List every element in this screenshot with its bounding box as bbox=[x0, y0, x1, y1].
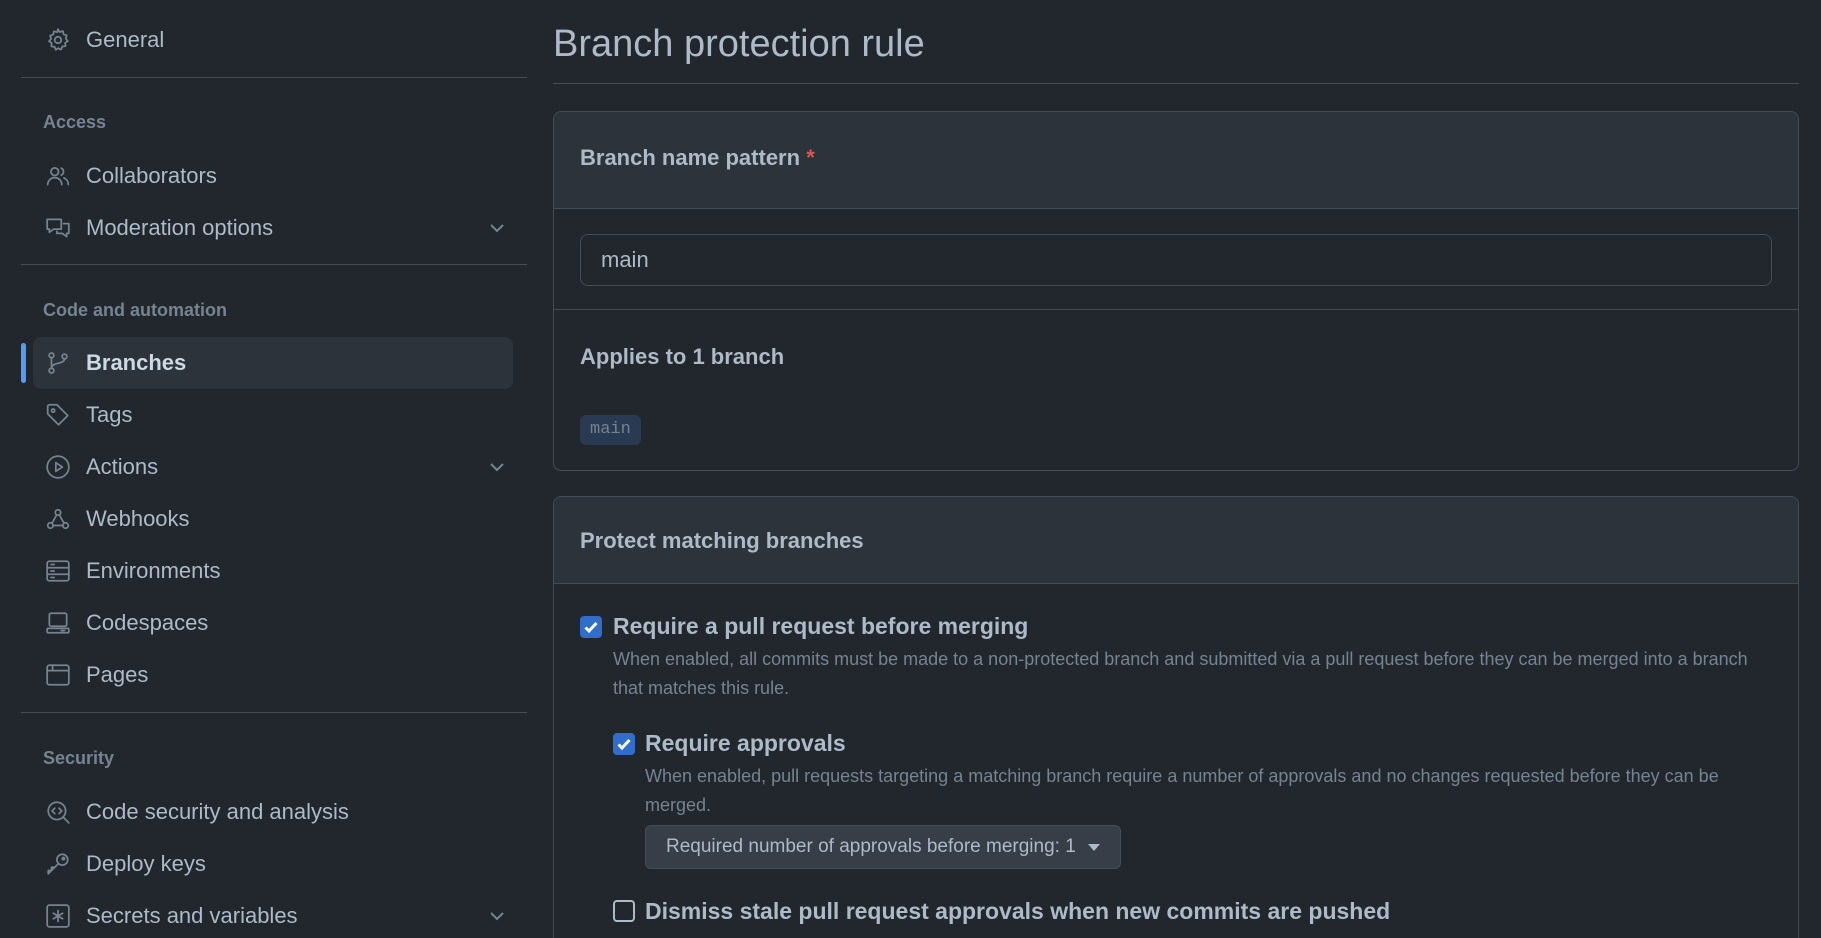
caret-down-icon bbox=[1087, 843, 1100, 851]
dismiss-stale-checkbox[interactable] bbox=[613, 900, 635, 922]
sidebar-item-label: Codespaces bbox=[86, 610, 209, 635]
require-approvals-checkbox[interactable] bbox=[613, 733, 635, 755]
branch-pattern-panel: Branch name pattern * Applies to 1 branc… bbox=[553, 111, 1799, 471]
sidebar-item-label: Code security and analysis bbox=[86, 799, 349, 824]
sidebar-item-moderation[interactable]: Moderation options bbox=[33, 202, 513, 254]
sidebar-item-pages[interactable]: Pages bbox=[33, 649, 513, 701]
approvals-count-select[interactable]: Required number of approvals before merg… bbox=[645, 825, 1121, 869]
sidebar-item-actions[interactable]: Actions bbox=[33, 441, 513, 493]
sidebar-item-label: Collaborators bbox=[86, 163, 217, 188]
chevron-down-icon[interactable] bbox=[487, 457, 507, 477]
chevron-down-icon[interactable] bbox=[487, 218, 507, 238]
git-branch-icon bbox=[45, 350, 71, 376]
applies-to-text: Applies to 1 branch bbox=[580, 344, 785, 369]
panel-header: Protect matching branches bbox=[554, 497, 1798, 584]
sidebar-item-secrets[interactable]: Secrets and variables bbox=[33, 890, 513, 938]
tag-icon bbox=[45, 402, 71, 428]
sidebar-item-label: Secrets and variables bbox=[86, 903, 298, 928]
require-pr-label[interactable]: Require a pull request before merging bbox=[613, 613, 1028, 640]
sidebar-item-label: Environments bbox=[86, 558, 221, 583]
sidebar-item-code-security[interactable]: Code security and analysis bbox=[33, 786, 513, 838]
server-icon bbox=[45, 558, 71, 584]
sidebar-item-label: Pages bbox=[86, 662, 149, 687]
required-asterisk: * bbox=[806, 145, 815, 170]
sidebar-divider bbox=[21, 77, 527, 78]
sidebar-item-label: Actions bbox=[86, 454, 159, 479]
codescan-icon bbox=[45, 799, 71, 825]
require-pr-checkbox[interactable] bbox=[580, 616, 602, 638]
check-icon bbox=[584, 621, 598, 634]
branch-pattern-input[interactable] bbox=[580, 234, 1772, 286]
sidebar-divider bbox=[21, 264, 527, 265]
sidebar-item-webhooks[interactable]: Webhooks bbox=[33, 493, 513, 545]
sidebar-item-deploy-keys[interactable]: Deploy keys bbox=[33, 838, 513, 890]
play-circle-icon bbox=[45, 454, 71, 480]
branch-pattern-label: Branch name pattern bbox=[580, 145, 801, 170]
sidebar-item-label: Branches bbox=[86, 350, 187, 375]
sidebar-item-label: Deploy keys bbox=[86, 851, 206, 876]
codespaces-icon bbox=[45, 610, 71, 636]
panel-header-title: Branch name pattern * bbox=[580, 145, 815, 171]
sidebar-divider bbox=[21, 712, 527, 713]
browser-icon bbox=[45, 662, 71, 688]
sidebar-item-label: Tags bbox=[86, 402, 133, 427]
title-divider bbox=[553, 83, 1799, 84]
sidebar-item-collaborators[interactable]: Collaborators bbox=[33, 150, 513, 202]
sidebar-item-label: Moderation options bbox=[86, 215, 274, 240]
sidebar-item-environments[interactable]: Environments bbox=[33, 545, 513, 597]
approvals-count-label: Required number of approvals before merg… bbox=[666, 836, 1076, 857]
sidebar-item-general[interactable]: General bbox=[33, 14, 513, 66]
protect-branches-panel: Protect matching branches Require a pull… bbox=[553, 496, 1799, 938]
sidebar-item-codespaces[interactable]: Codespaces bbox=[33, 597, 513, 649]
panel-header: Branch name pattern * bbox=[554, 112, 1798, 209]
section-title-access: Access bbox=[43, 112, 107, 132]
chevron-down-icon[interactable] bbox=[487, 906, 507, 926]
settings-sidebar: General Access Collaborators Moderation … bbox=[21, 0, 527, 938]
sidebar-item-branches[interactable]: Branches bbox=[33, 337, 513, 389]
section-title-security: Security bbox=[43, 748, 115, 768]
dismiss-stale-label[interactable]: Dismiss stale pull request approvals whe… bbox=[645, 898, 1390, 925]
people-icon bbox=[45, 163, 71, 189]
comment-discussion-icon bbox=[45, 215, 71, 241]
webhook-icon bbox=[45, 506, 71, 532]
panel-header-title: Protect matching branches bbox=[580, 528, 864, 553]
panel-divider bbox=[554, 309, 1798, 310]
active-indicator bbox=[21, 343, 26, 383]
page-title: Branch protection rule bbox=[553, 23, 925, 65]
require-pr-description: When enabled, all commits must be made t… bbox=[613, 649, 1748, 698]
key-icon bbox=[45, 851, 71, 877]
require-approvals-description: When enabled, pull requests targeting a … bbox=[645, 766, 1719, 815]
require-approvals-label[interactable]: Require approvals bbox=[645, 730, 846, 757]
key-asterisk-icon bbox=[45, 903, 71, 929]
sidebar-item-label: Webhooks bbox=[86, 506, 190, 531]
sidebar-item-label: General bbox=[86, 27, 165, 52]
check-icon bbox=[617, 738, 631, 751]
branch-tag[interactable]: main bbox=[580, 415, 641, 445]
section-title-code-automation: Code and automation bbox=[43, 300, 227, 320]
sidebar-item-tags[interactable]: Tags bbox=[33, 389, 513, 441]
gear-icon bbox=[45, 27, 71, 53]
